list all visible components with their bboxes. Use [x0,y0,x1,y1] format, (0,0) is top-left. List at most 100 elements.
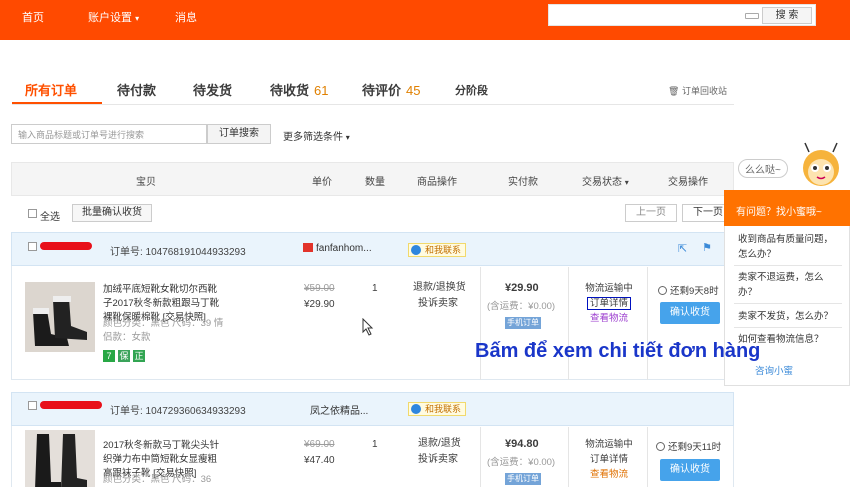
status-text: 物流运输中 [585,439,633,450]
column-divider [647,267,648,380]
col-header-item: 宝贝 [136,177,156,188]
complain-link[interactable]: 投诉卖家 [418,296,458,312]
product-thumbnail[interactable] [25,282,95,352]
mobile-order-tag: 手机订单 [505,473,541,485]
mobile-order-tag: 手机订单 [505,317,541,329]
annotation-caption: Bấm để xem chi tiết đơn hàng [475,340,761,362]
tab-label: 所有订单 [25,83,78,98]
shop-icon [303,243,313,252]
help-widget-title: 有问题？找小蜜哦~ [736,207,822,218]
unit-price: ¥47.40 [304,455,335,466]
search-button[interactable]: 搜 索 [762,7,812,24]
remaining-time-text: 还剩9天11时 [668,442,722,453]
nav-messages-link[interactable]: 消息 [175,9,197,25]
bee-mascot-icon[interactable] [795,140,847,192]
tab-all-orders[interactable]: 所有订单 [25,80,77,99]
tab-pending-payment[interactable]: 待付款 [117,80,156,99]
order-detail-link[interactable]: 订单详情 [586,297,631,310]
contact-seller-button[interactable]: 和我联系 [408,243,467,257]
divider [734,327,842,328]
service-tags: 7保正 [103,350,148,362]
product-attributes: 颜色分类：黑色 尺码：39 情侣款：女款 [103,318,224,343]
trade-status: 物流运输中 订单详情 查看物流 [580,437,638,482]
select-all-label: 全选 [40,212,60,223]
nav-home-link[interactable]: 首页 [22,9,44,25]
quantity: 1 [372,283,378,294]
complain-link[interactable]: 投诉卖家 [418,452,458,468]
mouse-cursor-icon [362,318,374,336]
batch-confirm-button[interactable]: 批量确认收货 [72,204,152,222]
tab-pending-review[interactable]: 待评价 45 [362,80,420,99]
product-thumbnail[interactable] [25,430,95,487]
remaining-time: 还剩9天11时 [656,439,721,453]
refund-link[interactable]: 退款/退货 [418,436,461,452]
column-divider [568,267,569,380]
shop-link[interactable]: fanfanhom... [303,243,372,254]
tab-count: 61 [314,83,329,98]
help-question-link[interactable]: 收到商品有质量问题，怎么办？ [738,232,838,262]
tab-staged[interactable]: 分阶段 [455,82,488,98]
active-tab-indicator [12,102,102,104]
tab-pending-receipt[interactable]: 待收货 61 [270,80,328,99]
contact-seller-button[interactable]: 和我联系 [408,402,467,416]
tab-pending-shipment[interactable]: 待发货 [193,80,232,99]
quantity: 1 [372,439,378,450]
col-header-qty: 数量 [365,177,385,188]
remaining-time: 还剩9天8时 [658,283,719,297]
paid-amount: ¥94.80 [505,438,539,450]
shipping-fee: (含运费：¥0.00) [487,301,556,312]
shop-name: fanfanhom... [316,243,372,254]
refund-link[interactable]: 退款/退换货 [413,280,466,296]
column-divider [480,427,481,487]
remaining-time-text: 还剩9天8时 [670,286,719,297]
nav-account-settings-label: 账户设置 [88,12,132,24]
shop-link[interactable]: 凤之依精品... [310,402,368,417]
clock-icon [656,442,665,451]
col-header-item-actions: 商品操作 [417,177,457,188]
order-detail-link[interactable]: 订单详情 [580,452,638,467]
trash-icon: 🗑 [668,86,680,96]
confirm-receipt-button[interactable]: 确认收货 [660,459,720,481]
order-checkbox[interactable] [28,401,37,410]
boots-image [25,282,95,352]
recycle-bin-link[interactable]: 🗑 订单回收站 [668,84,727,97]
consult-assistant-link[interactable]: 咨询小蜜 [755,363,793,377]
select-all-checkbox[interactable] [28,209,37,218]
help-question-link[interactable]: 卖家不发货，怎么办？ [738,309,838,324]
col-header-status[interactable]: 交易状态 ▾ [582,173,629,188]
flag-icon[interactable]: ⚑ [702,241,712,254]
confirm-receipt-button[interactable]: 确认收货 [660,302,720,324]
chevron-down-icon: ▾ [345,133,350,142]
guarantee-icon: 保 [118,350,130,362]
order-search-input[interactable]: 输入商品标题或订单号进行搜索 [11,124,207,144]
help-question-link[interactable]: 卖家不退运费，怎么办？ [738,270,838,300]
col-header-trade-actions: 交易操作 [668,177,708,188]
seven-day-return-icon: 7 [103,350,115,362]
chevron-down-icon: ▾ [624,178,629,187]
original-price: ¥69.00 [304,439,335,450]
trade-status: 物流运输中 订单详情 查看物流 [580,281,638,326]
share-icon[interactable]: ⇱ [678,242,687,255]
nav-account-settings[interactable]: 账户设置 ▾ [88,9,139,25]
product-attributes: 颜色分类：黑色 尺码：36 [103,474,212,485]
order-checkbox[interactable] [28,242,37,251]
view-logistics-link[interactable]: 查看物流 [580,311,638,326]
more-filters-dropdown[interactable]: 更多筛选条件 ▾ [283,128,350,143]
tab-divider [12,104,734,105]
keyboard-icon [745,13,759,19]
tab-label: 待评价 [362,83,402,98]
divider [734,303,842,304]
column-divider [568,427,569,487]
prev-page-button[interactable]: 上一页 [625,204,677,222]
tab-label: 待收货 [270,83,310,98]
order-search-button[interactable]: 订单搜索 [207,124,271,144]
tab-count: 45 [406,83,421,98]
col-header-price: 单价 [312,177,332,188]
order-page: 首页 账户设置 ▾ 消息 搜 索 所有订单 待付款 待发货 待收货 61 待评价 4… [0,0,850,487]
view-logistics-link[interactable]: 查看物流 [580,467,638,482]
divider [734,265,842,266]
unit-price: ¥29.90 [304,299,335,310]
clock-icon [658,286,667,295]
more-filters-label: 更多筛选条件 [283,132,343,143]
tab-label: 待付款 [117,83,157,98]
